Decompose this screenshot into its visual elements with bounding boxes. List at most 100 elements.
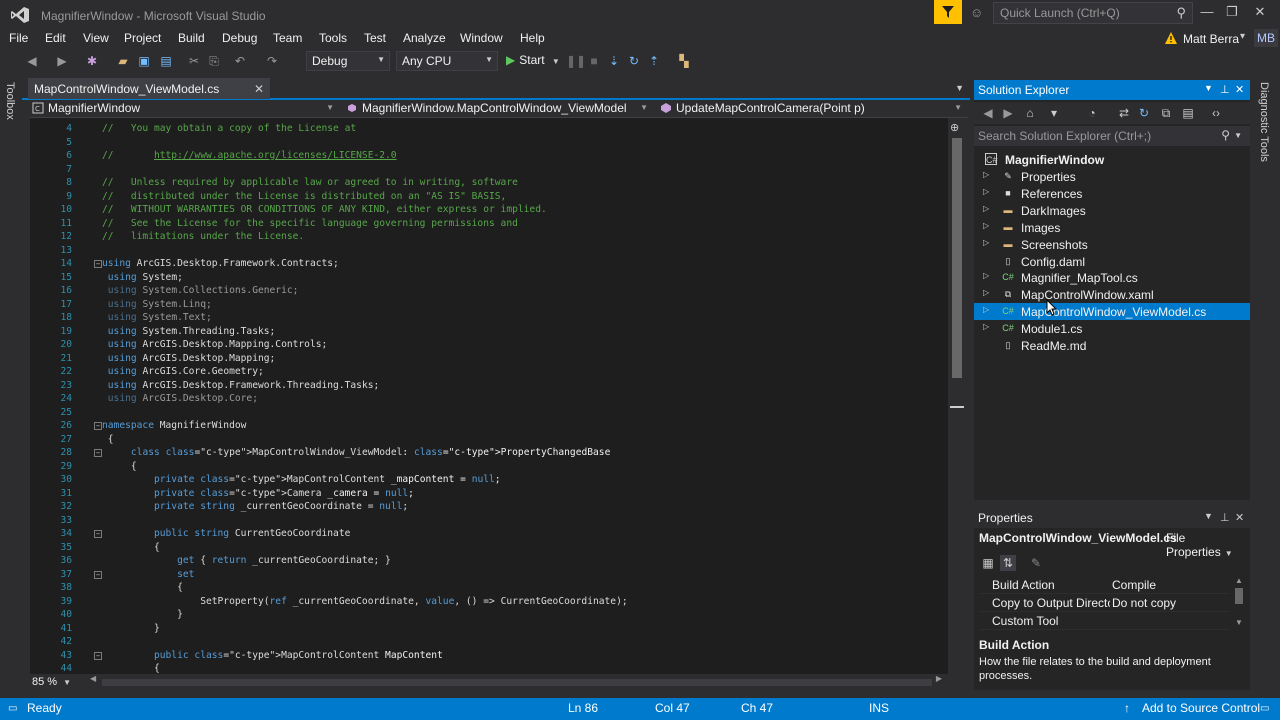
diagnostic-tools-tab[interactable]: Diagnostic Tools xyxy=(1258,82,1270,162)
code-line[interactable]: 40 } xyxy=(30,608,948,622)
expand-icon[interactable]: ▷ xyxy=(983,221,989,230)
find-in-files-icon[interactable]: ▚ xyxy=(676,53,692,69)
undo-icon[interactable]: ↶ xyxy=(232,53,248,69)
menu-analyze[interactable]: Analyze xyxy=(403,31,446,45)
code-line[interactable]: 32 private string _currentGeoCoordinate … xyxy=(30,500,948,514)
code-line[interactable]: 31 private class="c-type">Camera _camera… xyxy=(30,487,948,501)
chevron-down-icon[interactable]: ▾ xyxy=(1240,31,1245,42)
editor-horizontal-scrollbar[interactable]: ◀ ▶ xyxy=(90,674,942,688)
code-line[interactable]: 38 { xyxy=(30,581,948,595)
code-line[interactable]: 10 // WITHOUT WARRANTIES OR CONDITIONS OF… xyxy=(30,203,948,217)
code-line[interactable]: 27 { xyxy=(30,433,948,447)
property-value[interactable]: Do not copy xyxy=(1112,596,1176,610)
pending-changes-filter-icon[interactable]: ◔ xyxy=(1084,105,1100,121)
code-line[interactable]: 4 // You may obtain a copy of the License… xyxy=(30,122,948,136)
code-line[interactable]: 22 using ArcGIS.Core.Geometry; xyxy=(30,365,948,379)
save-icon[interactable]: ▣ xyxy=(136,53,152,69)
nav-member-dropdown[interactable]: UpdateMapControlCamera(Point p) ▼ xyxy=(660,101,966,117)
nav-class-dropdown[interactable]: MagnifierWindow.MapControlWindow_ViewMod… xyxy=(346,101,652,117)
cut-icon[interactable]: ✂ xyxy=(186,53,202,69)
tree-item[interactable]: ▷ C# Module1.cs xyxy=(974,320,1250,337)
property-row[interactable]: Custom Tool xyxy=(980,612,1230,630)
scroll-up-icon[interactable]: ▲ xyxy=(1235,576,1243,585)
maximize-button[interactable]: ❐ xyxy=(1218,4,1246,22)
sync-icon[interactable]: ⇄ xyxy=(1116,105,1132,121)
zoom-select[interactable]: 85 % ▼ xyxy=(32,676,71,688)
menu-build[interactable]: Build xyxy=(178,31,205,45)
feedback-icon[interactable]: ☺ xyxy=(970,5,988,21)
menu-edit[interactable]: Edit xyxy=(45,31,66,45)
editor-vertical-scrollbar[interactable] xyxy=(948,118,966,674)
scroll-thumb[interactable] xyxy=(1235,588,1243,604)
pin-icon[interactable]: ⊥ xyxy=(1220,83,1230,96)
menu-tools[interactable]: Tools xyxy=(319,31,347,45)
close-icon[interactable]: ✕ xyxy=(1235,511,1244,524)
code-line[interactable]: 35 { xyxy=(30,541,948,555)
code-line[interactable]: 34 − public string CurrentGeoCoordinate xyxy=(30,527,948,541)
tree-item[interactable]: ▷ ✎ Properties xyxy=(974,168,1250,185)
tree-item[interactable]: ▷ C# MapControlWindow_ViewModel.cs xyxy=(974,303,1250,321)
collapse-region-icon[interactable]: − xyxy=(94,260,102,268)
collapse-all-icon[interactable]: ⧉ xyxy=(1158,105,1174,121)
menu-file[interactable]: File xyxy=(9,31,28,45)
tab-mapcontrolwindow-viewmodel[interactable]: MapControlWindow_ViewModel.cs ✕ xyxy=(28,78,270,99)
dropdown-icon[interactable]: ▾ xyxy=(1046,105,1062,121)
step-into-icon[interactable]: ⇣ xyxy=(606,53,622,69)
notifications-icon[interactable]: ▭ xyxy=(1260,703,1269,714)
code-line[interactable]: 43 − public class="c-type">MapControlCont… xyxy=(30,649,948,663)
close-tab-icon[interactable]: ✕ xyxy=(254,82,264,96)
expand-icon[interactable]: ▷ xyxy=(983,322,989,331)
close-icon[interactable]: ✕ xyxy=(1235,83,1244,96)
code-line[interactable]: 14 − using ArcGIS.Desktop.Framework.Contra… xyxy=(30,257,948,271)
navigate-forward-icon[interactable]: ▶ xyxy=(54,53,70,69)
menu-view[interactable]: View xyxy=(83,31,109,45)
solution-platform-select[interactable]: Any CPU ▼ xyxy=(396,51,498,71)
window-position-icon[interactable]: ▼ xyxy=(1204,511,1213,521)
code-line[interactable]: 17 using System.Linq; xyxy=(30,298,948,312)
code-line[interactable]: 5 xyxy=(30,136,948,150)
user-name[interactable]: Matt Berra xyxy=(1183,32,1239,46)
user-avatar[interactable]: MB xyxy=(1254,29,1278,47)
collapse-region-icon[interactable]: − xyxy=(94,422,102,430)
menu-team[interactable]: Team xyxy=(273,31,302,45)
code-line[interactable]: 29 { xyxy=(30,460,948,474)
add-to-source-control-button[interactable]: Add to Source Control xyxy=(1142,701,1260,715)
code-line[interactable]: 36 get { return _currentGeoCoordinate; } xyxy=(30,554,948,568)
toolbox-tab[interactable]: Toolbox xyxy=(4,82,16,120)
forward-icon[interactable]: ▶ xyxy=(1000,105,1016,121)
collapse-region-icon[interactable]: − xyxy=(94,570,102,579)
stop-icon[interactable]: ■ xyxy=(586,53,602,69)
code-line[interactable]: 39 SetProperty(ref _currentGeoCoordinate… xyxy=(30,595,948,609)
collapse-region-icon[interactable]: − xyxy=(94,530,102,538)
warning-icon[interactable] xyxy=(1164,31,1178,45)
split-editor-icon[interactable]: ⊕ xyxy=(950,121,959,134)
code-line[interactable]: 13 xyxy=(30,244,948,258)
new-project-icon[interactable]: ✱ xyxy=(84,53,100,69)
menu-test[interactable]: Test xyxy=(364,31,386,45)
collapse-region-icon[interactable]: − xyxy=(94,651,102,660)
tree-item[interactable]: ▷ ▬ Images xyxy=(974,219,1250,236)
show-all-files-icon[interactable]: ▤ xyxy=(1180,105,1196,121)
step-out-icon[interactable]: ⇡ xyxy=(646,53,662,69)
code-editor[interactable]: 4 // You may obtain a copy of the License… xyxy=(30,118,948,674)
view-code-icon[interactable]: ‹› xyxy=(1208,105,1224,121)
code-line[interactable]: 9 // distributed under the License is dis… xyxy=(30,190,948,204)
code-line[interactable]: 24 using ArcGIS.Desktop.Core; xyxy=(30,392,948,406)
code-line[interactable]: 16 using System.Collections.Generic; xyxy=(30,284,948,298)
save-all-icon[interactable]: ▤ xyxy=(158,53,174,69)
code-line[interactable]: 8 // Unless required by applicable law or… xyxy=(30,176,948,190)
code-line[interactable]: 12 // limitations under the License. xyxy=(30,230,948,244)
code-line[interactable]: 30 private class="c-type">MapControlCont… xyxy=(30,473,948,487)
scroll-thumb[interactable] xyxy=(952,138,962,378)
tree-item[interactable]: ▯ ReadMe.md xyxy=(974,337,1250,354)
menu-project[interactable]: Project xyxy=(124,31,161,45)
solution-explorer-search-input[interactable]: Search Solution Explorer (Ctrl+;) ⚲ ▼ xyxy=(974,126,1250,146)
expand-icon[interactable]: ▷ xyxy=(983,204,989,213)
tree-item[interactable]: ▯ Config.daml xyxy=(974,253,1250,270)
code-line[interactable]: 19 using System.Threading.Tasks; xyxy=(30,325,948,339)
code-line[interactable]: 11 // See the License for the specific la… xyxy=(30,217,948,231)
property-row[interactable]: Build Action Compile xyxy=(980,576,1230,594)
scroll-left-icon[interactable]: ◀ xyxy=(90,674,96,683)
code-line[interactable]: 15 using System; xyxy=(30,271,948,285)
expand-icon[interactable]: ▷ xyxy=(983,288,989,297)
